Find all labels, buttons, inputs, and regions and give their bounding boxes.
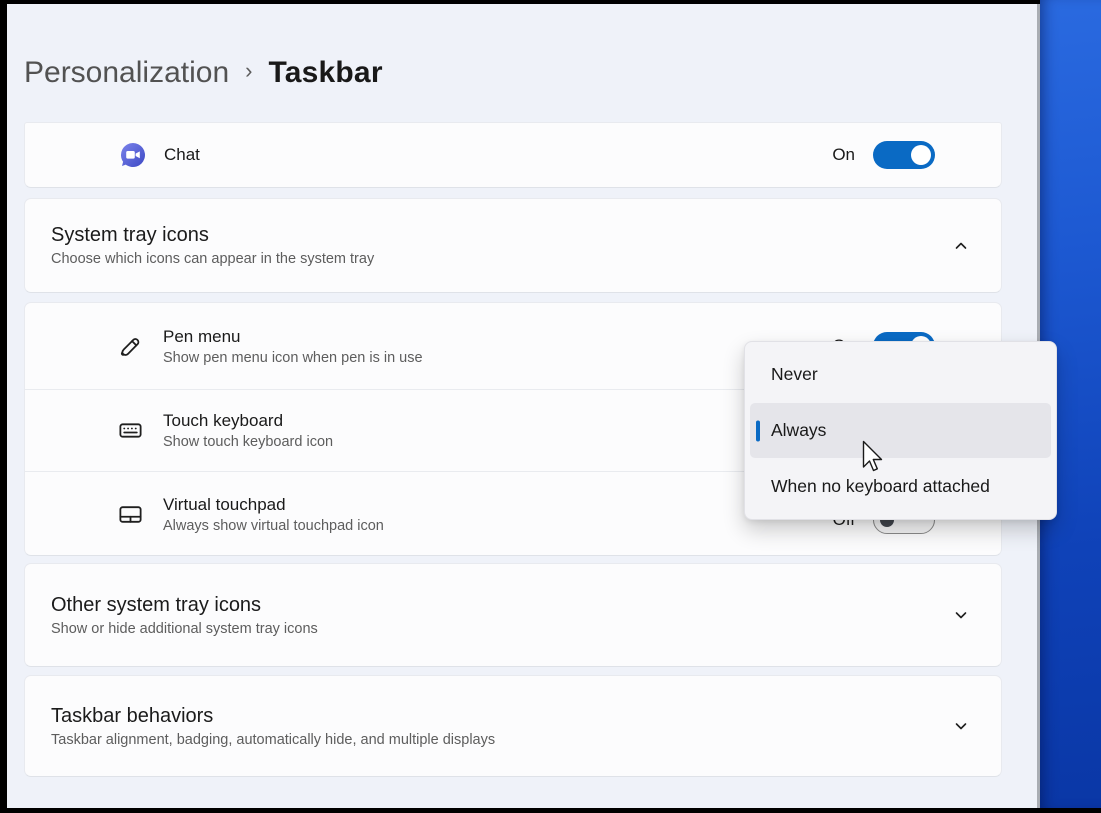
chevron-down-icon[interactable] <box>951 716 971 736</box>
chat-label: Chat <box>164 145 200 165</box>
pen-menu-title: Pen menu <box>163 327 423 347</box>
system-tray-icons-subtitle: Choose which icons can appear in the sys… <box>51 251 374 267</box>
pen-icon <box>116 332 144 360</box>
system-tray-icons-title: System tray icons <box>51 224 374 247</box>
taskbar-behaviors-subtitle: Taskbar alignment, badging, automaticall… <box>51 732 495 748</box>
touch-keyboard-title: Touch keyboard <box>163 411 333 431</box>
chevron-up-icon[interactable] <box>951 236 971 256</box>
touch-keyboard-icon <box>116 416 144 444</box>
breadcrumb-personalization[interactable]: Personalization <box>24 56 229 90</box>
selected-indicator <box>756 420 760 441</box>
virtual-touchpad-subtitle: Always show virtual touchpad icon <box>163 518 384 534</box>
system-tray-icons-card[interactable]: System tray icons Choose which icons can… <box>24 198 1002 293</box>
chat-toggle[interactable] <box>873 141 935 169</box>
touch-keyboard-dropdown-menu: Never Always When no keyboard attached <box>744 341 1057 520</box>
touch-keyboard-subtitle: Show touch keyboard icon <box>163 434 333 450</box>
other-system-tray-icons-card[interactable]: Other system tray icons Show or hide add… <box>24 563 1002 667</box>
chat-state-label: On <box>832 145 855 165</box>
breadcrumb: Personalization › Taskbar <box>24 56 383 90</box>
dropdown-option-when-no-keyboard[interactable]: When no keyboard attached <box>750 458 1051 514</box>
teams-chat-icon <box>119 141 147 169</box>
chevron-down-icon[interactable] <box>951 605 971 625</box>
dropdown-option-never[interactable]: Never <box>750 347 1051 403</box>
other-system-tray-icons-subtitle: Show or hide additional system tray icon… <box>51 621 318 637</box>
taskbar-behaviors-title: Taskbar behaviors <box>51 705 495 728</box>
virtual-touchpad-title: Virtual touchpad <box>163 495 384 515</box>
page-title: Taskbar <box>268 56 382 90</box>
dropdown-option-always[interactable]: Always <box>750 403 1051 459</box>
taskbar-behaviors-card[interactable]: Taskbar behaviors Taskbar alignment, bad… <box>24 675 1002 777</box>
chat-setting-card: Chat On <box>24 122 1002 188</box>
mouse-cursor <box>862 440 886 479</box>
touchpad-icon <box>116 500 144 528</box>
pen-menu-subtitle: Show pen menu icon when pen is in use <box>163 350 423 366</box>
breadcrumb-chevron-icon: › <box>245 58 252 84</box>
other-system-tray-icons-title: Other system tray icons <box>51 594 318 617</box>
